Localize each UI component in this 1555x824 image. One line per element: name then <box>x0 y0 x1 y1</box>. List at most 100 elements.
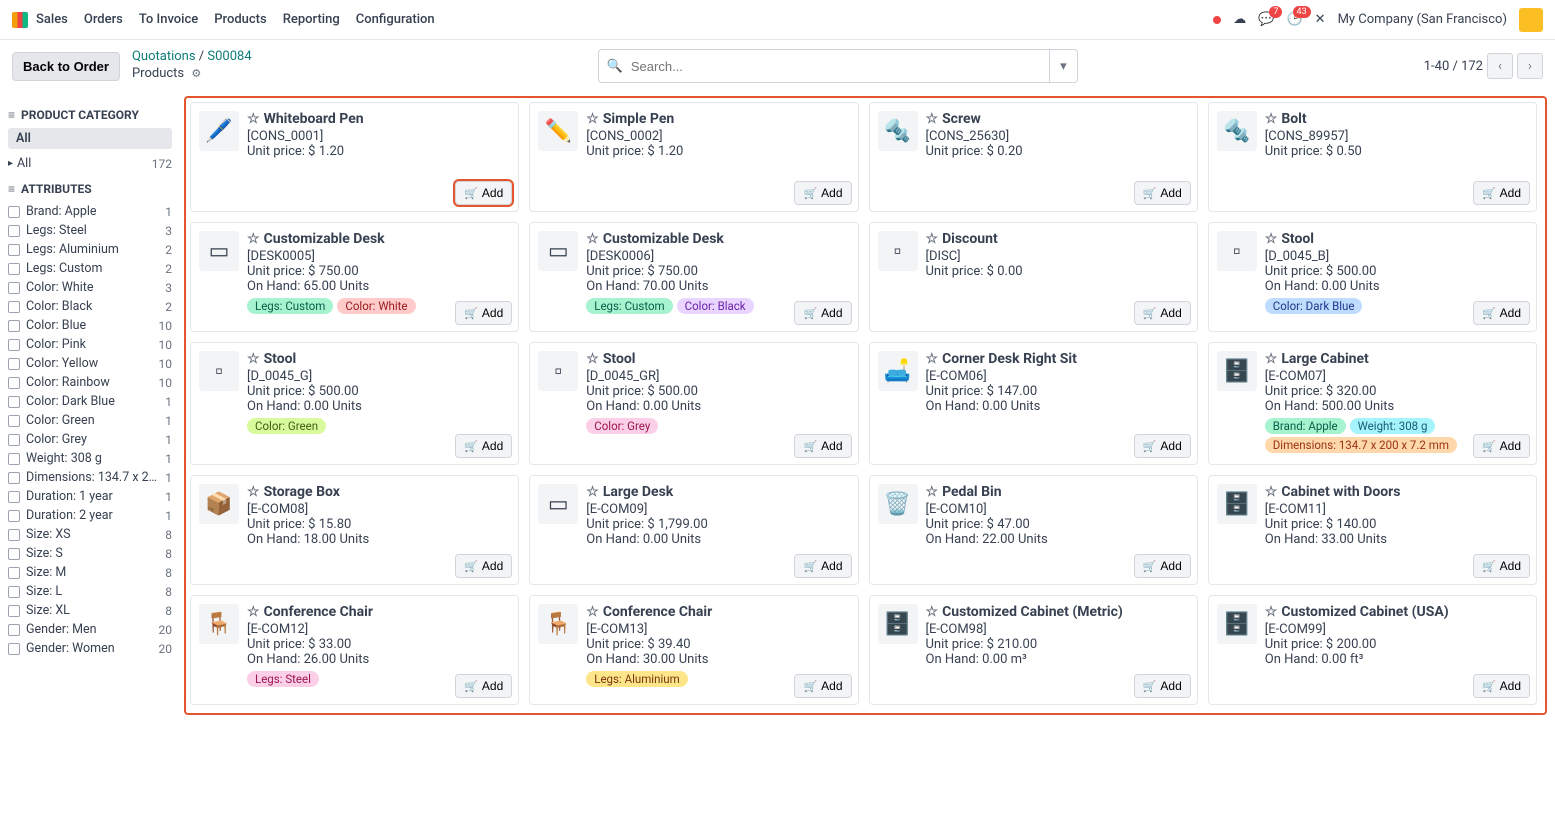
checkbox-icon[interactable] <box>8 339 20 351</box>
checkbox-icon[interactable] <box>8 301 20 313</box>
sidebar-attr-row[interactable]: Color: Yellow10 <box>8 354 172 373</box>
product-card[interactable]: 🗄️☆Customized Cabinet (Metric)[E-COM98]U… <box>869 595 1198 705</box>
favorite-star-icon[interactable]: ☆ <box>586 111 599 127</box>
checkbox-icon[interactable] <box>8 320 20 332</box>
product-card[interactable]: ✏️☆Simple Pen[CONS_0002]Unit price: $ 1.… <box>529 102 858 212</box>
nav-configuration[interactable]: Configuration <box>356 12 435 27</box>
favorite-star-icon[interactable]: ☆ <box>586 484 599 500</box>
breadcrumb-order[interactable]: S00084 <box>207 49 251 64</box>
add-button[interactable]: 🛒Add <box>1473 674 1530 698</box>
nav-sales[interactable]: Sales <box>36 12 68 27</box>
favorite-star-icon[interactable]: ☆ <box>926 231 939 247</box>
sidebar-attr-row[interactable]: Legs: Steel3 <box>8 221 172 240</box>
nav-orders[interactable]: Orders <box>84 12 123 27</box>
product-card[interactable]: 🗄️☆Customized Cabinet (USA)[E-COM99]Unit… <box>1208 595 1537 705</box>
checkbox-icon[interactable] <box>8 358 20 370</box>
search-input[interactable] <box>631 59 1049 74</box>
product-card[interactable]: ▫☆Discount[DISC]Unit price: $ 0.00🛒Add <box>869 222 1198 332</box>
product-card[interactable]: ▫☆Stool[D_0045_B]Unit price: $ 500.00On … <box>1208 222 1537 332</box>
add-button[interactable]: 🛒Add <box>1134 434 1191 458</box>
checkbox-icon[interactable] <box>8 624 20 636</box>
checkbox-icon[interactable] <box>8 244 20 256</box>
product-card[interactable]: 🗄️☆Large Cabinet[E-COM07]Unit price: $ 3… <box>1208 342 1537 465</box>
favorite-star-icon[interactable]: ☆ <box>926 484 939 500</box>
checkbox-icon[interactable] <box>8 396 20 408</box>
checkbox-icon[interactable] <box>8 586 20 598</box>
add-button[interactable]: 🛒Add <box>1473 301 1530 325</box>
search-dropdown-toggle[interactable]: ▾ <box>1049 50 1077 82</box>
favorite-star-icon[interactable]: ☆ <box>247 351 260 367</box>
add-button[interactable]: 🛒Add <box>455 181 512 205</box>
checkbox-icon[interactable] <box>8 377 20 389</box>
messages-icon[interactable]: 💬7 <box>1258 12 1274 27</box>
product-card[interactable]: 🗑️☆Pedal Bin[E-COM10]Unit price: $ 47.00… <box>869 475 1198 585</box>
pager-prev-button[interactable]: ‹ <box>1487 53 1513 79</box>
checkbox-icon[interactable] <box>8 472 20 484</box>
sidebar-attr-row[interactable]: Color: Grey1 <box>8 430 172 449</box>
sidebar-attr-row[interactable]: Color: Pink10 <box>8 335 172 354</box>
checkbox-icon[interactable] <box>8 434 20 446</box>
add-button[interactable]: 🛒Add <box>794 434 851 458</box>
checkbox-icon[interactable] <box>8 529 20 541</box>
add-button[interactable]: 🛒Add <box>794 554 851 578</box>
checkbox-icon[interactable] <box>8 510 20 522</box>
settings-icon[interactable]: ✕ <box>1315 12 1326 27</box>
add-button[interactable]: 🛒Add <box>1134 181 1191 205</box>
favorite-star-icon[interactable]: ☆ <box>1265 231 1278 247</box>
add-button[interactable]: 🛒Add <box>794 181 851 205</box>
favorite-star-icon[interactable]: ☆ <box>1265 484 1278 500</box>
sidebar-attr-row[interactable]: Color: Green1 <box>8 411 172 430</box>
favorite-star-icon[interactable]: ☆ <box>926 111 939 127</box>
favorite-star-icon[interactable]: ☆ <box>247 111 260 127</box>
product-card[interactable]: ▫☆Stool[D_0045_GR]Unit price: $ 500.00On… <box>529 342 858 465</box>
nav-reporting[interactable]: Reporting <box>283 12 340 27</box>
add-button[interactable]: 🛒Add <box>1473 181 1530 205</box>
sidebar-attr-row[interactable]: Duration: 2 year1 <box>8 506 172 525</box>
product-card[interactable]: ▫☆Stool[D_0045_G]Unit price: $ 500.00On … <box>190 342 519 465</box>
sidebar-attr-row[interactable]: Dimensions: 134.7 x 2…1 <box>8 468 172 487</box>
product-card[interactable]: ▭☆Large Desk[E-COM09]Unit price: $ 1,799… <box>529 475 858 585</box>
product-card[interactable]: 🗄️☆Cabinet with Doors[E-COM11]Unit price… <box>1208 475 1537 585</box>
add-button[interactable]: 🛒Add <box>1473 554 1530 578</box>
sidebar-attr-row[interactable]: Size: XS8 <box>8 525 172 544</box>
favorite-star-icon[interactable]: ☆ <box>1265 604 1278 620</box>
checkbox-icon[interactable] <box>8 491 20 503</box>
tray-icon[interactable]: ☁ <box>1233 12 1246 27</box>
sidebar-attr-row[interactable]: Color: White3 <box>8 278 172 297</box>
sidebar-attr-row[interactable]: Legs: Custom2 <box>8 259 172 278</box>
sidebar-attr-row[interactable]: Color: Black2 <box>8 297 172 316</box>
sidebar-attr-row[interactable]: Duration: 1 year1 <box>8 487 172 506</box>
add-button[interactable]: 🛒Add <box>794 301 851 325</box>
user-avatar[interactable] <box>1519 8 1543 32</box>
product-card[interactable]: 🛋️☆Corner Desk Right Sit[E-COM06]Unit pr… <box>869 342 1198 465</box>
product-card[interactable]: 🔩☆Bolt[CONS_89957]Unit price: $ 0.50🛒Add <box>1208 102 1537 212</box>
sidebar-attr-row[interactable]: Gender: Women20 <box>8 639 172 658</box>
product-card[interactable]: 🔩☆Screw[CONS_25630]Unit price: $ 0.20🛒Ad… <box>869 102 1198 212</box>
breadcrumb-quotations[interactable]: Quotations <box>132 49 196 64</box>
sidebar-attr-row[interactable]: Size: XL8 <box>8 601 172 620</box>
favorite-star-icon[interactable]: ☆ <box>586 604 599 620</box>
favorite-star-icon[interactable]: ☆ <box>247 604 260 620</box>
product-card[interactable]: 🖊️☆Whiteboard Pen[CONS_0001]Unit price: … <box>190 102 519 212</box>
activities-icon[interactable]: 🕒43 <box>1286 12 1302 27</box>
favorite-star-icon[interactable]: ☆ <box>1265 111 1278 127</box>
favorite-star-icon[interactable]: ☆ <box>926 604 939 620</box>
sidebar-category-all-pill[interactable]: All <box>8 128 172 149</box>
add-button[interactable]: 🛒Add <box>455 434 512 458</box>
checkbox-icon[interactable] <box>8 605 20 617</box>
favorite-star-icon[interactable]: ☆ <box>247 484 260 500</box>
back-to-order-button[interactable]: Back to Order <box>12 52 120 81</box>
product-card[interactable]: 🪑☆Conference Chair[E-COM13]Unit price: $… <box>529 595 858 705</box>
sidebar-attr-row[interactable]: Weight: 308 g1 <box>8 449 172 468</box>
checkbox-icon[interactable] <box>8 548 20 560</box>
sidebar-attr-row[interactable]: Color: Dark Blue1 <box>8 392 172 411</box>
gear-icon[interactable]: ⚙ <box>191 67 201 80</box>
favorite-star-icon[interactable]: ☆ <box>1265 351 1278 367</box>
add-button[interactable]: 🛒Add <box>794 674 851 698</box>
checkbox-icon[interactable] <box>8 453 20 465</box>
sidebar-attr-row[interactable]: Gender: Men20 <box>8 620 172 639</box>
sidebar-attr-row[interactable]: Color: Blue10 <box>8 316 172 335</box>
add-button[interactable]: 🛒Add <box>1134 674 1191 698</box>
sidebar-category-all[interactable]: ▸ All 172 <box>8 153 172 174</box>
favorite-star-icon[interactable]: ☆ <box>247 231 260 247</box>
